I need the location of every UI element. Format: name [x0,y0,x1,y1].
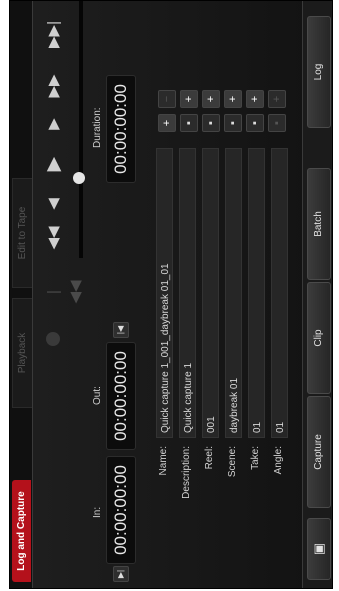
tab-bar: Log and Capture Playback Edit to Tape [10,1,33,588]
name-field[interactable]: Quick capture 1_001_daybreak 01_01 [156,148,173,438]
plus-icon[interactable]: + [158,114,176,132]
tab-playback[interactable]: Playback [12,298,32,408]
in-timecode-field[interactable]: 00:00:00:00 [106,456,136,564]
plus-icon[interactable]: + [224,90,242,108]
minus-icon[interactable]: − [158,90,176,108]
step-forward-icon[interactable]: ▶ [43,112,65,136]
plus-icon[interactable]: + [246,90,264,108]
play-icon[interactable]: ▶ [43,152,65,176]
angle-label: Angle: [273,446,284,475]
transport-controls: |◀◀ ◀◀ ◀ ▶ ▶ ▶▶ ▶▶| [33,1,85,588]
capture-clip-button[interactable]: Clip [307,282,331,394]
shuttle-slider-knob[interactable] [73,172,85,184]
camera-icon[interactable]: ▣ [307,518,331,580]
scene-field[interactable]: daybreak 01 [225,148,242,438]
duration-timecode-field: 00:00:00:00 [106,75,136,183]
in-label: In: [92,506,103,518]
plus-icon[interactable]: + [180,90,198,108]
plus-icon[interactable]: + [268,90,286,108]
field-increment-column: − + + + + + [158,90,290,108]
tab-log-and-capture[interactable]: Log and Capture [12,480,31,582]
take-field[interactable]: 01 [248,148,265,438]
description-field[interactable]: Quick capture 1 [179,148,196,438]
tab-edit-to-tape[interactable]: Edit to Tape [12,178,32,288]
scene-label: Scene: [227,446,238,478]
step-back-icon[interactable]: ◀ [43,192,65,216]
log-and-capture-panel: Log and Capture Playback Edit to Tape |◀… [10,1,332,588]
mark-out-icon[interactable]: |◀ [113,322,129,338]
shuttle-slider[interactable] [79,1,83,258]
app-window: Log and Capture Playback Edit to Tape |◀… [9,0,333,589]
description-label: Description: [181,446,192,499]
out-timecode-field[interactable]: 00:00:00:00 [106,342,136,450]
plus-icon[interactable]: + [202,90,220,108]
reel-label: Reel: [204,446,215,470]
rewind-icon[interactable]: ◀◀ [43,226,65,250]
slate-icon[interactable]: ▪ [246,114,264,132]
bottom-button-bar: ▣ Capture Clip Batch Log [302,1,332,588]
take-label: Take: [250,446,261,470]
jog-wheel-icon[interactable] [46,332,60,346]
log-button[interactable]: Log [307,16,331,128]
duration-label: Duration: [92,107,103,148]
capture-button[interactable]: Capture [307,396,331,508]
skip-to-end-icon[interactable]: ▶▶| [43,21,65,48]
slate-icon[interactable]: ▪ [224,114,242,132]
slate-icon[interactable]: ▪ [180,114,198,132]
fast-forward-icon[interactable]: ▶▶ [43,74,65,98]
angle-field[interactable]: 01 [271,148,288,438]
reel-field[interactable]: 001 [202,148,219,438]
out-label: Out: [92,386,103,405]
slate-icon[interactable]: ▪ [268,114,286,132]
capture-batch-button[interactable]: Batch [307,168,331,280]
mark-in-icon[interactable]: ▶| [113,566,129,582]
name-label: Name: [158,446,169,476]
slate-icon[interactable]: ▪ [202,114,220,132]
skip-to-start-icon[interactable]: |◀◀ [43,280,84,304]
field-increment-column: + ▪ ▪ ▪ ▪ ▪ [158,114,290,132]
